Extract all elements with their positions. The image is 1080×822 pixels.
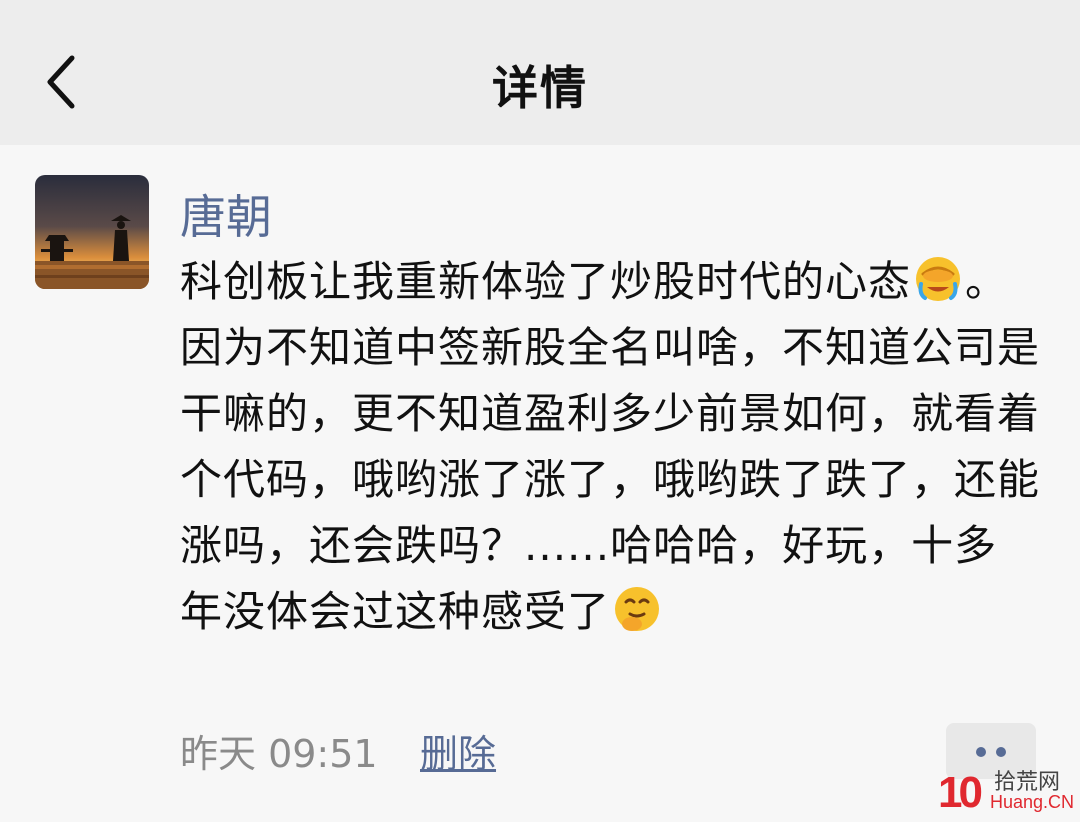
watermark-domain: Huang.CN [990, 792, 1075, 812]
delete-button[interactable]: 删除 [420, 723, 496, 778]
more-dots-icon [996, 747, 1006, 757]
more-dots-icon [976, 747, 986, 757]
watermark-logo: 10 [938, 768, 983, 817]
page-title: 详情 [492, 61, 588, 115]
author-name[interactable]: 唐朝 [180, 181, 272, 247]
watermark: 10 拾荒网 Huang.CN [938, 760, 1075, 817]
chuckle-emoji [615, 587, 660, 631]
post-text-part1: 科创板让我重新体验了炒股时代的心态 [180, 257, 912, 306]
facepalm-emoji [916, 257, 961, 301]
moment-detail: 唐朝 科创板让我重新体验了炒股时代的心态 。因为不知道中签新股全名叫啥，不知道公… [0, 145, 1080, 822]
sunset-silhouette-avatar [35, 175, 149, 289]
post-timestamp: 昨天 09:51 [180, 732, 378, 776]
post-text: 科创板让我重新体验了炒股时代的心态 。因为不知道中签新股全名叫啥，不知道公司是干… [180, 249, 1040, 645]
post-text-part2: 。因为不知道中签新股全名叫啥，不知道公司是干嘛的，更不知道盈利多少前景如何，就看… [180, 257, 1041, 636]
avatar[interactable] [35, 175, 149, 289]
nav-header: 详情 [0, 0, 1080, 145]
